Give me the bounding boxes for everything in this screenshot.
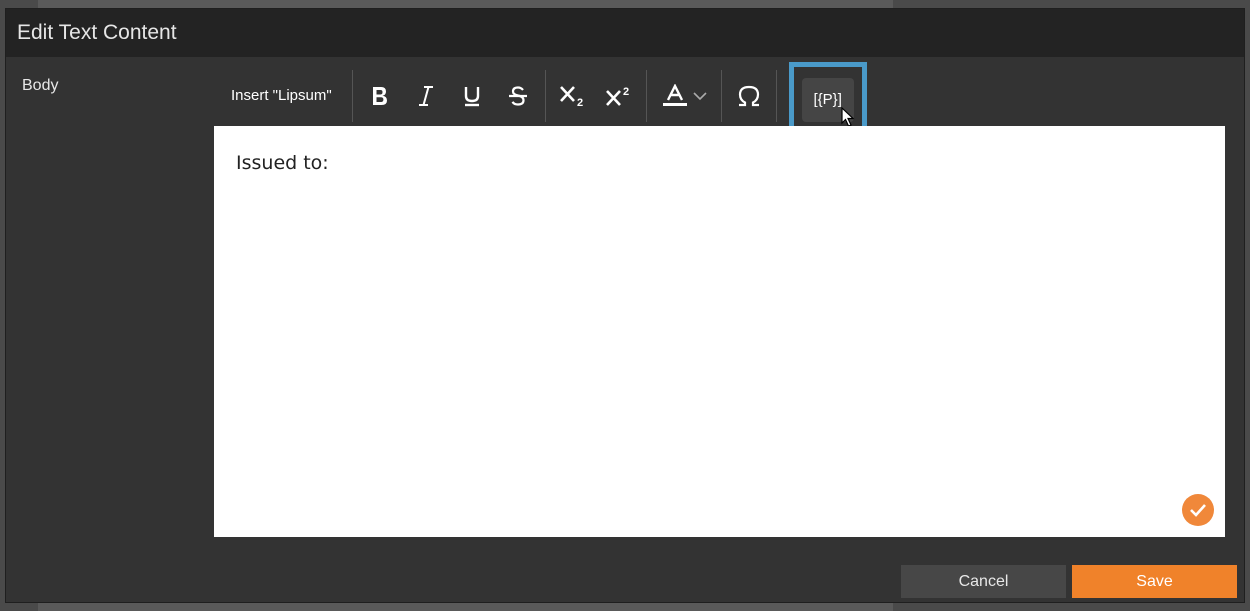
subscript-button[interactable]: 2 [550,74,596,118]
bold-icon [372,86,387,105]
text-color-button[interactable] [651,74,717,118]
strikethrough-icon [508,85,527,106]
editor-toolbar: Insert "Lipsum" 2 2 [{P}] [214,61,1225,138]
underline-button[interactable] [449,74,495,118]
underline-icon [464,86,479,106]
checkmark-icon [1190,504,1206,517]
superscript-icon: 2 [605,86,629,106]
omega-icon [738,85,759,106]
toolbar-divider [544,69,546,122]
mouse-cursor-icon [841,106,855,127]
strikethrough-button[interactable] [495,74,541,118]
subscript-icon: 2 [559,85,583,108]
text-color-dropdown[interactable] [689,91,711,101]
special-character-button[interactable] [726,74,772,118]
insert-lipsum-button[interactable]: Insert "Lipsum" [214,74,348,118]
editor-content: Issued to: [236,152,329,174]
italic-button[interactable] [403,74,449,118]
toolbar-divider [351,69,353,122]
svg-text:2: 2 [623,86,629,98]
save-button[interactable]: Save [1072,565,1237,598]
dialog-title: Edit Text Content [6,9,1244,57]
rich-text-editor[interactable]: Issued to: [214,126,1225,537]
toolbar-divider [775,69,777,122]
cancel-button[interactable]: Cancel [901,565,1066,598]
toolbar-divider [645,69,647,122]
svg-text:2: 2 [577,97,583,108]
text-color-icon [662,83,687,106]
body-field-label: Body [22,77,59,94]
toolbar-divider [720,69,722,122]
chevron-down-icon [693,91,707,100]
valid-status-badge [1182,494,1214,526]
edit-text-dialog: Edit Text Content Body Insert "Lipsum" 2… [5,8,1245,603]
bold-button[interactable] [357,74,403,118]
italic-icon [418,85,433,106]
superscript-button[interactable]: 2 [596,74,642,118]
